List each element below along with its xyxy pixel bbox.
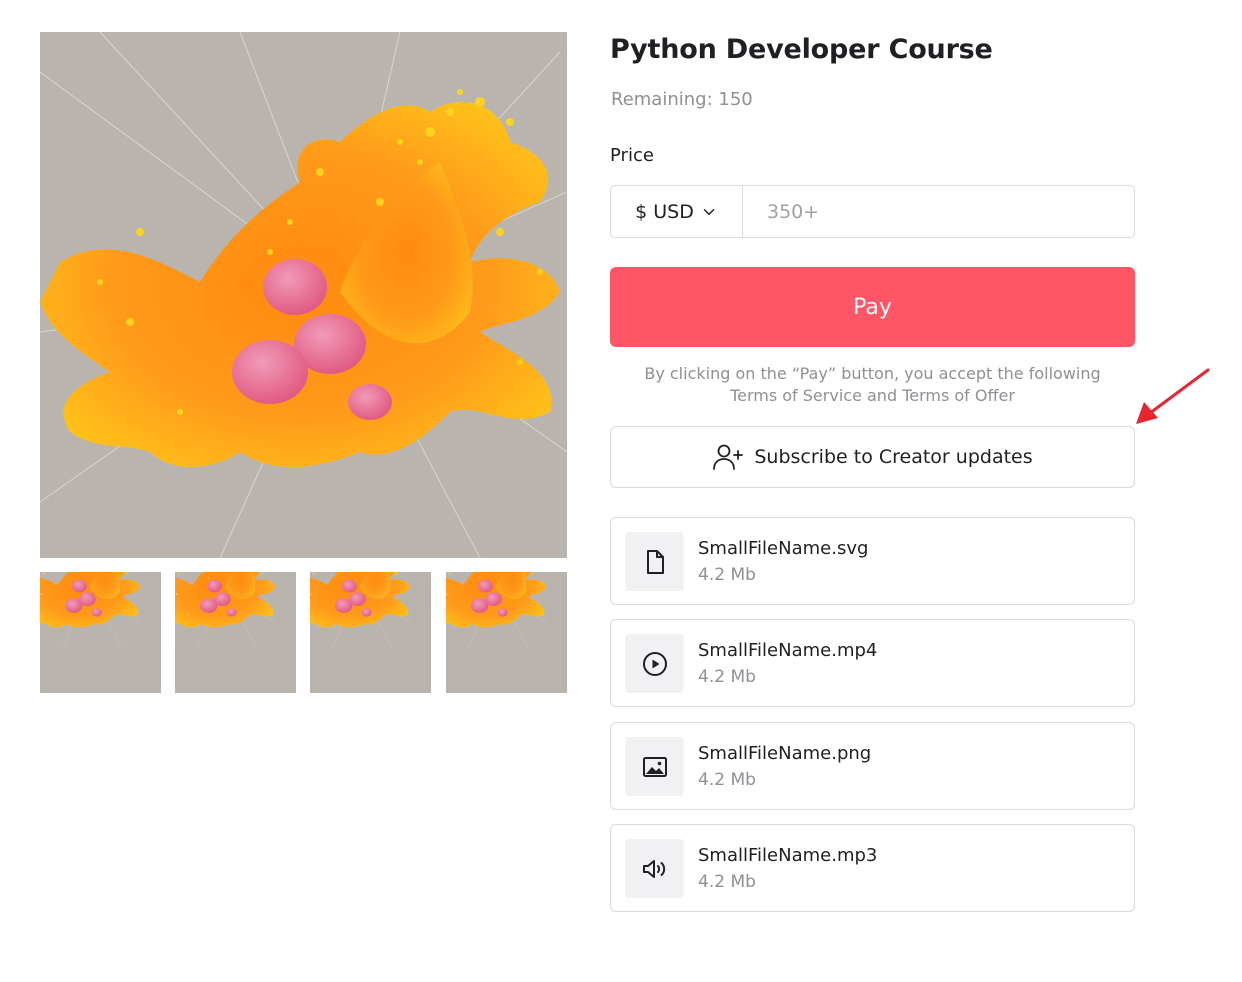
price-field: $ USD (610, 185, 1135, 238)
remaining-count: Remaining: 150 (611, 89, 753, 110)
user-plus-icon (713, 444, 744, 470)
document-icon (646, 549, 664, 574)
chevron-down-icon (703, 208, 715, 215)
thumbnail-strip (40, 572, 567, 693)
file-size: 4.2 Mb (698, 770, 756, 790)
thumbnail-artwork (446, 572, 567, 693)
thumbnail-4[interactable] (446, 572, 567, 693)
annotation-arrow-icon (1136, 368, 1210, 424)
file-item-svg[interactable]: SmallFileName.svg 4.2 Mb (610, 517, 1135, 605)
thumbnail-3[interactable] (310, 572, 431, 693)
file-icon-box (625, 532, 684, 591)
product-main-image[interactable] (40, 32, 567, 558)
terms-of-offer-link[interactable]: Terms of Offer (902, 386, 1015, 405)
file-item-mp4[interactable]: SmallFileName.mp4 4.2 Mb (610, 619, 1135, 707)
speaker-icon (642, 859, 665, 878)
file-size: 4.2 Mb (698, 667, 756, 687)
thumbnail-artwork (40, 572, 161, 693)
product-artwork (40, 32, 567, 558)
pay-button[interactable]: Pay (610, 267, 1135, 347)
thumbnail-artwork (175, 572, 296, 693)
price-label: Price (610, 145, 654, 166)
subscribe-label: Subscribe to Creator updates (754, 446, 1033, 468)
file-icon-box (625, 634, 684, 693)
file-name: SmallFileName.mp4 (698, 640, 878, 661)
image-icon (642, 756, 667, 777)
file-name: SmallFileName.png (698, 743, 872, 764)
file-size: 4.2 Mb (698, 872, 756, 892)
play-circle-icon (642, 651, 667, 676)
thumbnail-1[interactable] (40, 572, 161, 693)
subscribe-creator-button[interactable]: Subscribe to Creator updates (610, 426, 1135, 488)
currency-value: $ USD (635, 200, 694, 223)
file-item-mp3[interactable]: SmallFileName.mp3 4.2 Mb (610, 824, 1135, 912)
terms-of-service-link[interactable]: Terms of Service (730, 386, 862, 405)
product-title: Python Developer Course (610, 34, 993, 65)
thumbnail-2[interactable] (175, 572, 296, 693)
file-icon-box (625, 839, 684, 898)
currency-select[interactable]: $ USD (611, 186, 743, 237)
file-size: 4.2 Mb (698, 565, 756, 585)
terms-text: By clicking on the “Pay” button, you acc… (644, 364, 1101, 383)
file-name: SmallFileName.svg (698, 538, 869, 559)
file-item-png[interactable]: SmallFileName.png 4.2 Mb (610, 722, 1135, 810)
terms-and: and (861, 386, 903, 405)
file-icon-box (625, 737, 684, 796)
price-amount-input[interactable] (743, 186, 1134, 237)
file-name: SmallFileName.mp3 (698, 845, 878, 866)
terms-notice: By clicking on the “Pay” button, you acc… (610, 363, 1135, 407)
thumbnail-artwork (310, 572, 431, 693)
